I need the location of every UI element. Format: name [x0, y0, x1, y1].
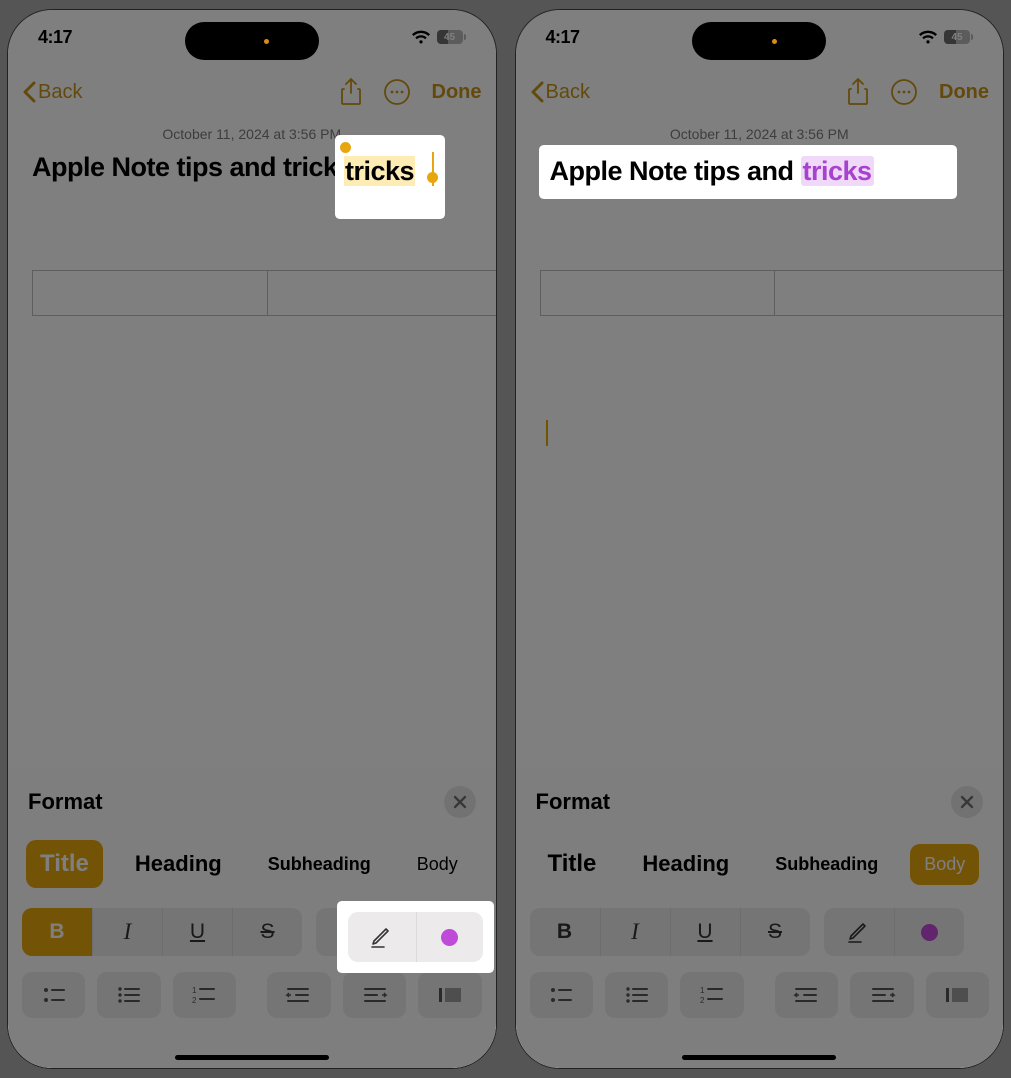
- share-icon[interactable]: [340, 78, 362, 106]
- style-body[interactable]: Body: [910, 844, 979, 885]
- wifi-icon: [918, 30, 938, 45]
- outdent-button[interactable]: [267, 972, 330, 1018]
- battery-icon: 45: [944, 30, 973, 44]
- done-button[interactable]: Done: [939, 81, 989, 104]
- close-icon: [453, 795, 467, 809]
- style-title[interactable]: Title: [26, 840, 103, 888]
- nav-bar: Back Done: [516, 64, 1004, 120]
- highlight-color-button[interactable]: [894, 908, 964, 956]
- close-format-button[interactable]: [444, 786, 476, 818]
- close-icon: [960, 795, 974, 809]
- text-cursor: [546, 420, 548, 446]
- checklist-button[interactable]: [530, 972, 593, 1018]
- status-time: 4:17: [546, 27, 580, 48]
- numbered-list-button[interactable]: 12: [680, 972, 743, 1018]
- callout-highlight-controls: [340, 904, 491, 970]
- svg-text:2: 2: [192, 996, 197, 1005]
- callout-highlighted-title: Apple Note tips and tricks: [542, 148, 954, 196]
- highlight-group: [824, 908, 964, 956]
- style-subheading[interactable]: Subheading: [761, 844, 892, 885]
- text-format-group: B I U S: [530, 908, 810, 956]
- back-button[interactable]: Back: [530, 81, 590, 104]
- battery-icon: 45: [437, 30, 466, 44]
- nav-bar: Back Done: [8, 64, 496, 120]
- home-indicator[interactable]: [682, 1055, 836, 1060]
- back-label: Back: [38, 81, 82, 104]
- italic-button[interactable]: I: [600, 908, 670, 956]
- phone-screenshot-right: 4:17 45 Back Done October 11, 2024 at 3:…: [516, 10, 1004, 1068]
- text-format-group: B I U S: [22, 908, 302, 956]
- paragraph-style-row[interactable]: Title Heading Subheading Body Mor: [22, 840, 482, 888]
- strikethrough-button[interactable]: S: [232, 908, 302, 956]
- format-panel-title: Format: [536, 789, 611, 815]
- dynamic-island: [692, 22, 826, 60]
- bold-button[interactable]: B: [530, 908, 600, 956]
- strikethrough-button[interactable]: S: [740, 908, 810, 956]
- chevron-left-icon: [530, 81, 544, 103]
- paragraph-style-row[interactable]: Title Heading Subheading Body Mor: [530, 840, 990, 888]
- indent-button[interactable]: [850, 972, 913, 1018]
- underline-button[interactable]: U: [670, 908, 740, 956]
- callout-selected-word: tricks: [338, 138, 442, 216]
- indent-button[interactable]: [343, 972, 406, 1018]
- dynamic-island: [185, 22, 319, 60]
- note-timestamp: October 11, 2024 at 3:56 PM: [516, 126, 1004, 142]
- done-button[interactable]: Done: [432, 81, 482, 104]
- block-quote-button[interactable]: [926, 972, 989, 1018]
- bullet-list-button[interactable]: [97, 972, 160, 1018]
- style-title[interactable]: Title: [534, 840, 611, 888]
- highlight-color-button-callout[interactable]: [416, 912, 484, 962]
- back-label: Back: [546, 81, 590, 104]
- style-body[interactable]: Body: [403, 844, 472, 885]
- block-quote-button[interactable]: [418, 972, 481, 1018]
- style-heading[interactable]: Heading: [121, 841, 236, 887]
- svg-text:2: 2: [700, 996, 705, 1005]
- home-indicator[interactable]: [175, 1055, 329, 1060]
- numbered-list-button[interactable]: 12: [173, 972, 236, 1018]
- chevron-left-icon: [22, 81, 36, 103]
- outdent-button[interactable]: [775, 972, 838, 1018]
- close-format-button[interactable]: [951, 786, 983, 818]
- wifi-icon: [411, 30, 431, 45]
- svg-text:1: 1: [192, 986, 197, 995]
- format-panel-title: Format: [28, 789, 103, 815]
- format-panel: Format Title Heading Subheading Body Mor…: [516, 768, 1004, 1068]
- underline-button[interactable]: U: [162, 908, 232, 956]
- status-time: 4:17: [38, 27, 72, 48]
- more-icon[interactable]: [384, 79, 410, 105]
- phone-screenshot-left: 4:17 45 Back Done October 11, 2024 at 3:…: [8, 10, 496, 1068]
- bullet-list-button[interactable]: [605, 972, 668, 1018]
- italic-button[interactable]: I: [92, 908, 162, 956]
- highlight-pencil-button-callout[interactable]: [348, 912, 416, 962]
- note-table-placeholder[interactable]: [32, 270, 496, 316]
- note-table-placeholder[interactable]: [540, 270, 1004, 316]
- share-icon[interactable]: [847, 78, 869, 106]
- highlight-pencil-button[interactable]: [824, 908, 894, 956]
- more-icon[interactable]: [891, 79, 917, 105]
- svg-text:1: 1: [700, 986, 705, 995]
- style-heading[interactable]: Heading: [628, 841, 743, 887]
- style-subheading[interactable]: Subheading: [254, 844, 385, 885]
- checklist-button[interactable]: [22, 972, 85, 1018]
- bold-button[interactable]: B: [22, 908, 92, 956]
- back-button[interactable]: Back: [22, 81, 82, 104]
